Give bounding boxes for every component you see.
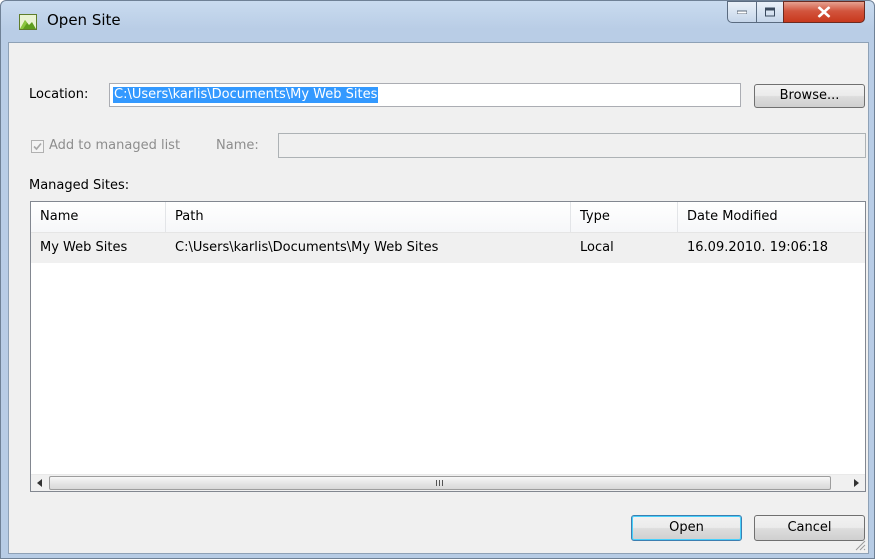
resize-grip-icon[interactable] xyxy=(854,539,866,551)
add-to-managed-checkbox[interactable] xyxy=(31,140,44,153)
scroll-left-button[interactable] xyxy=(31,475,48,491)
minimize-button[interactable] xyxy=(727,1,757,23)
column-header-type[interactable]: Type xyxy=(571,202,678,232)
open-button[interactable]: Open xyxy=(631,515,742,541)
location-input[interactable]: C:\Users\karlis\Documents\My Web Sites xyxy=(109,83,741,107)
name-input[interactable] xyxy=(278,133,866,158)
close-button[interactable] xyxy=(783,1,865,23)
column-header-date-modified[interactable]: Date Modified xyxy=(678,202,865,232)
column-header-path[interactable]: Path xyxy=(166,202,571,232)
checkmark-icon xyxy=(33,142,42,151)
scrollbar-thumb[interactable] xyxy=(49,476,831,490)
scroll-left-icon xyxy=(37,479,42,487)
scroll-right-button[interactable] xyxy=(848,475,865,491)
location-label: Location: xyxy=(29,87,89,102)
browse-button[interactable]: Browse... xyxy=(754,84,865,108)
minimize-icon xyxy=(737,10,747,14)
maximize-icon xyxy=(765,7,775,17)
close-icon xyxy=(817,6,831,18)
title-bar[interactable]: Open Site xyxy=(1,1,874,41)
cell-date-modified: 16.09.2010. 19:06:18 xyxy=(687,240,829,255)
window-title: Open Site xyxy=(47,11,121,29)
list-header: Name Path Type Date Modified xyxy=(31,202,865,233)
cell-type: Local xyxy=(580,240,614,255)
cancel-button[interactable]: Cancel xyxy=(754,515,865,541)
cell-name: My Web Sites xyxy=(40,240,128,255)
site-icon xyxy=(19,14,37,30)
column-header-name[interactable]: Name xyxy=(31,202,166,232)
add-to-managed-label: Add to managed list xyxy=(49,138,181,153)
location-value: C:\Users\karlis\Documents\My Web Sites xyxy=(113,87,379,103)
scroll-right-icon xyxy=(854,479,859,487)
open-site-dialog: Open Site Location: C:\Users\karlis\Docu… xyxy=(0,0,875,559)
table-row[interactable]: My Web Sites C:\Users\karlis\Documents\M… xyxy=(31,233,865,263)
cell-path: C:\Users\karlis\Documents\My Web Sites xyxy=(175,240,439,255)
dialog-body: Location: C:\Users\karlis\Documents\My W… xyxy=(8,42,869,554)
horizontal-scrollbar[interactable] xyxy=(31,474,865,491)
managed-sites-list[interactable]: Name Path Type Date Modified My Web Site… xyxy=(30,201,866,492)
name-label: Name: xyxy=(216,138,259,153)
maximize-button[interactable] xyxy=(756,1,784,23)
managed-sites-label: Managed Sites: xyxy=(29,178,130,193)
scroll-grip-icon xyxy=(436,480,444,486)
